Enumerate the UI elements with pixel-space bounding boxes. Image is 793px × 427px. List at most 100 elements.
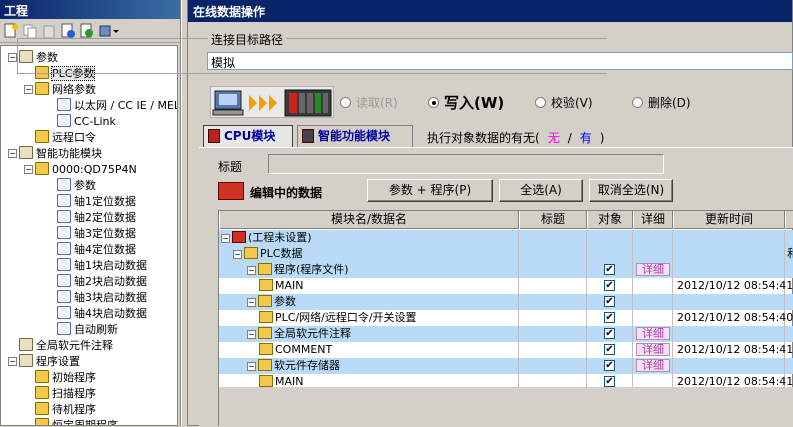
tree-item[interactable]: − 网络参数 xyxy=(24,82,96,98)
tree-item[interactable]: − 智能功能模块 xyxy=(8,146,102,162)
tree-item-label: 扫描程序 xyxy=(52,387,96,400)
project-icon xyxy=(232,231,246,243)
table-row[interactable]: − 全局软元件注释 ✔ 详细 xyxy=(219,326,793,342)
tree-node-icon xyxy=(35,402,49,415)
target-checkbox[interactable]: ✔ xyxy=(604,280,615,291)
tree-item-label: 轴1块启动数据 xyxy=(74,259,147,272)
table-row[interactable]: − PLC数据 和 xyxy=(219,246,793,262)
target-checkbox[interactable]: ✔ xyxy=(604,344,615,355)
read-radio[interactable]: 读取(R) xyxy=(340,94,398,111)
detail-button[interactable]: 详细 xyxy=(636,263,670,276)
tree-node-icon xyxy=(57,274,71,287)
tree-item[interactable]: 恒定周期程序 xyxy=(35,418,118,425)
table-row[interactable]: COMMENT ✔ 详细 2012/10/12 08:54:41 xyxy=(219,342,793,358)
tree-item[interactable]: 轴2定位数据 xyxy=(57,210,136,226)
tree-item[interactable]: 轴4定位数据 xyxy=(57,242,136,258)
tree-item[interactable]: − 程序设置 xyxy=(8,354,80,370)
row-expander-icon[interactable]: − xyxy=(221,234,230,243)
cell-name: MAIN xyxy=(219,278,519,294)
table-row[interactable]: − 参数 ✔ xyxy=(219,294,793,310)
tree-expander-icon[interactable]: − xyxy=(8,357,17,366)
row-expander-icon[interactable]: − xyxy=(247,362,256,371)
col-name[interactable]: 模块名/数据名 xyxy=(219,211,519,229)
tree-item[interactable]: 轴3块启动数据 xyxy=(57,290,147,306)
target-checkbox[interactable]: ✔ xyxy=(604,376,615,387)
cell-detail xyxy=(633,278,673,294)
tree-item[interactable]: 参数 xyxy=(57,178,96,194)
intelligent-module-icon xyxy=(302,129,314,143)
detail-button[interactable]: 详细 xyxy=(636,359,670,372)
row-expander-icon[interactable]: − xyxy=(233,250,242,259)
cell-target: ✔ xyxy=(587,310,633,326)
target-checkbox[interactable]: ✔ xyxy=(604,312,615,323)
tree-item[interactable]: 轴3定位数据 xyxy=(57,226,136,242)
tree-expander-icon[interactable]: − xyxy=(24,85,33,94)
table-row[interactable]: PLC/网络/远程口令/开关设置 ✔ 2012/10/12 08:54:40 xyxy=(219,310,793,326)
tree-item[interactable]: 扫描程序 xyxy=(35,386,96,402)
file-icon xyxy=(259,279,273,291)
plc-write-illustration xyxy=(210,86,334,118)
target-checkbox[interactable]: ✔ xyxy=(604,296,615,307)
verify-radio[interactable]: 校验(V) xyxy=(535,94,593,111)
refresh-icon[interactable] xyxy=(79,23,95,39)
tree-node-icon xyxy=(57,258,71,271)
table-row[interactable]: MAIN ✔ 2012/10/12 08:54:41 xyxy=(219,278,793,294)
detail-button[interactable]: 详细 xyxy=(636,343,670,356)
tab-intelligent-module[interactable]: 智能功能模块 xyxy=(297,125,413,147)
tree-expander-icon[interactable]: − xyxy=(8,53,17,62)
cell-title xyxy=(519,310,587,326)
target-checkbox[interactable]: ✔ xyxy=(604,328,615,339)
tree-item[interactable]: 自动刷新 xyxy=(57,322,118,338)
tree-item[interactable]: 轴2块启动数据 xyxy=(57,274,147,290)
property-icon[interactable] xyxy=(60,23,76,39)
table-row[interactable]: − 程序(程序文件) ✔ 详细 xyxy=(219,262,793,278)
cell-detail: 详细 xyxy=(633,342,673,358)
tree-item[interactable]: 初始程序 xyxy=(35,370,96,386)
col-update-time[interactable]: 更新时间 xyxy=(673,211,785,229)
target-checkbox[interactable]: ✔ xyxy=(604,264,615,275)
table-row[interactable]: − 软元件存储器 ✔ 详细 xyxy=(219,358,793,374)
cell-target xyxy=(587,230,633,246)
write-radio[interactable]: 写入(W) xyxy=(428,92,504,113)
tree-item[interactable]: 轴1块启动数据 xyxy=(57,258,147,274)
paste-icon[interactable] xyxy=(41,23,57,39)
tree-item[interactable]: 待机程序 xyxy=(35,402,96,418)
table-row[interactable]: − (工程未设置) xyxy=(219,230,793,246)
tree-item[interactable]: − 0000:QD75P4N xyxy=(24,162,137,178)
cell-target xyxy=(587,246,633,262)
col-detail[interactable]: 详细 xyxy=(633,211,673,229)
cell-title xyxy=(519,294,587,310)
cell-update-time xyxy=(673,294,785,310)
select-all-button[interactable]: 全选(A) xyxy=(499,179,583,202)
row-expander-icon[interactable]: − xyxy=(247,330,256,339)
tree-item[interactable]: 轴4块启动数据 xyxy=(57,306,147,322)
copy-icon[interactable] xyxy=(22,23,38,39)
tab-cpu-module[interactable]: CPU模块 xyxy=(203,125,293,147)
target-data-info: 执行对象数据的有无(无 / 有) xyxy=(427,131,605,145)
detail-button[interactable]: 详细 xyxy=(636,327,670,340)
col-title[interactable]: 标题 xyxy=(519,211,587,229)
tree-item[interactable]: CC-Link xyxy=(57,114,116,130)
tree-expander-icon[interactable]: − xyxy=(8,149,17,158)
tree-item[interactable]: 全局软元件注释 xyxy=(19,338,113,354)
row-title: MAIN xyxy=(259,278,304,294)
tool-icon[interactable] xyxy=(98,23,119,39)
tree-expander-icon[interactable]: − xyxy=(24,165,33,174)
delete-radio[interactable]: 删除(D) xyxy=(632,94,691,111)
tree-node-icon xyxy=(35,82,49,95)
row-expander-icon[interactable]: − xyxy=(247,266,256,275)
tree-item[interactable]: 轴1定位数据 xyxy=(57,194,136,210)
param-program-button[interactable]: 参数 + 程序(P) xyxy=(367,179,493,202)
row-label: PLC/网络/远程口令/开关设置 xyxy=(275,311,417,324)
tree-item[interactable]: 远程口令 xyxy=(35,130,96,146)
new-data-icon[interactable] xyxy=(3,23,19,39)
row-expander-icon[interactable]: − xyxy=(247,298,256,307)
row-label: PLC数据 xyxy=(260,247,303,260)
target-checkbox[interactable]: ✔ xyxy=(604,360,615,371)
col-target[interactable]: 对象 xyxy=(587,211,633,229)
tree-item[interactable]: 以太网 / CC IE / MEL xyxy=(57,98,177,114)
row-label: 全局软元件注释 xyxy=(274,327,351,340)
param-icon xyxy=(258,295,272,307)
deselect-all-button[interactable]: 取消全选(N) xyxy=(589,179,673,202)
tree-item-label: 待机程序 xyxy=(52,403,96,416)
